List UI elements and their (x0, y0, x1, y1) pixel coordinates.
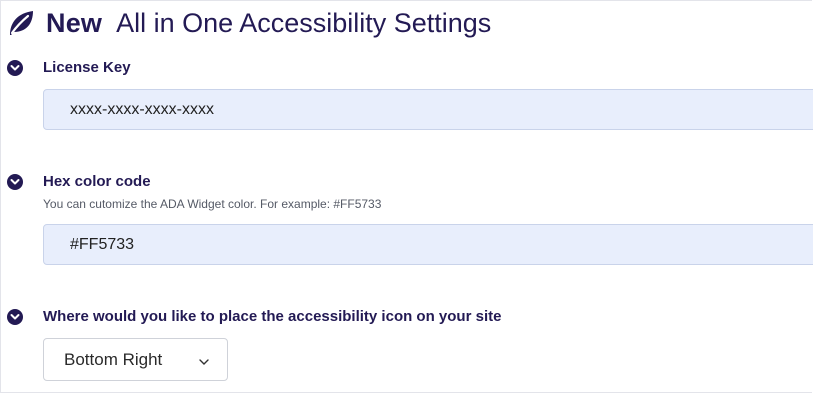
chevron-down-circle-icon[interactable] (7, 59, 23, 76)
hex-color-help-text: You can cutomize the ADA Widget color. F… (43, 197, 382, 211)
license-key-field[interactable] (43, 89, 813, 130)
icon-position-selected: Bottom Right (64, 349, 163, 369)
license-key-label: License Key (43, 59, 131, 76)
chevron-down-circle-icon[interactable] (7, 308, 23, 325)
license-section-header[interactable]: License Key (7, 59, 131, 76)
position-section-header[interactable]: Where would you like to place the access… (7, 308, 501, 325)
hex-color-input[interactable] (44, 225, 813, 264)
hex-color-label: Hex color code (43, 173, 151, 190)
license-key-input[interactable] (44, 90, 813, 129)
position-label: Where would you like to place the access… (43, 308, 502, 325)
page-header: New All in One Accessibility Settings (6, 4, 491, 42)
hex-color-field[interactable] (43, 224, 813, 265)
icon-position-select[interactable]: Bottom Right (43, 338, 228, 381)
brand-name: New (46, 7, 103, 38)
hex-color-section-header[interactable]: Hex color code (7, 173, 151, 190)
leaf-icon (6, 8, 36, 38)
page-title: All in One Accessibility Settings (116, 7, 492, 38)
chevron-down-circle-icon[interactable] (7, 173, 23, 190)
chevron-down-icon (198, 354, 210, 365)
